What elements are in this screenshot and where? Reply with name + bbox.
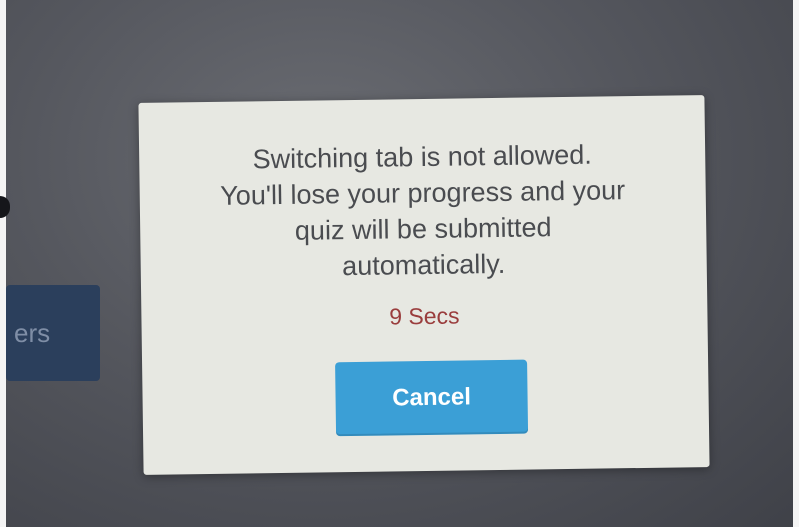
tab-switch-warning-modal: Switching tab is not allowed. You'll los… <box>138 95 710 475</box>
cancel-button[interactable]: Cancel <box>335 359 529 437</box>
warning-message: Switching tab is not allowed. You'll los… <box>220 139 626 282</box>
background-button-partial[interactable]: ers <box>6 285 100 381</box>
screen-bezel-right <box>793 0 799 527</box>
background-button-label: ers <box>14 317 51 348</box>
countdown-timer: 9 Secs <box>389 302 460 330</box>
screen-bezel-left <box>0 0 6 527</box>
